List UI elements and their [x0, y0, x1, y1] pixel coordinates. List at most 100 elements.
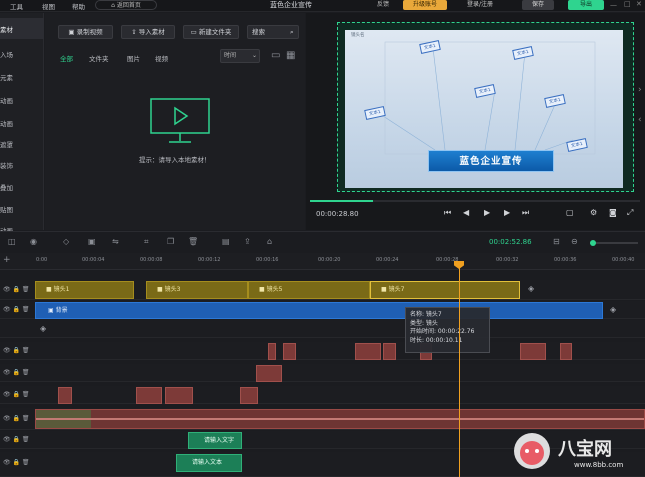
- split-icon[interactable]: ◇: [63, 237, 69, 246]
- track-controls[interactable]: 👁 🔒 🗑: [3, 459, 30, 466]
- effect-clip[interactable]: [256, 365, 282, 382]
- close-icon[interactable]: ✕: [636, 0, 642, 8]
- effect-clip[interactable]: [136, 387, 162, 404]
- video-icon: ■: [381, 286, 389, 293]
- search-input[interactable]: 搜索 ⌕: [247, 25, 299, 39]
- text-clip[interactable]: 请输入文本: [176, 454, 242, 472]
- track-controls[interactable]: 👁 🔒 🗑: [3, 347, 30, 354]
- video-icon: ■: [46, 286, 54, 293]
- background-track: 👁 🔒 🗑 ▣ 背景 ◈: [0, 301, 645, 319]
- grid-view-icon[interactable]: ▦: [286, 50, 295, 61]
- expand-arrow-icon[interactable]: ‹: [638, 115, 642, 125]
- image-icon[interactable]: ▤: [222, 237, 230, 246]
- playhead-line[interactable]: [459, 264, 460, 477]
- export-button[interactable]: 导出: [568, 0, 604, 10]
- effect-clip[interactable]: [268, 343, 276, 360]
- filter-image[interactable]: 图片: [127, 53, 140, 63]
- camera-icon[interactable]: ◉: [30, 237, 37, 246]
- nav-animation-2[interactable]: 动画: [0, 112, 44, 133]
- crop-icon[interactable]: ▣: [88, 237, 96, 246]
- record-video-button[interactable]: ▣ 录制视频: [58, 25, 113, 39]
- add-clip-icon[interactable]: ◈: [40, 324, 46, 333]
- maximize-icon[interactable]: □: [624, 0, 631, 8]
- delete-icon[interactable]: 🗑: [188, 237, 198, 246]
- snapshot-icon[interactable]: ◙: [609, 208, 617, 217]
- skip-end-icon[interactable]: ⏭: [522, 208, 529, 218]
- filter-all[interactable]: 全部: [60, 53, 73, 63]
- nav-mask[interactable]: 遮罩: [0, 133, 44, 154]
- feedback-button[interactable]: 反馈: [368, 0, 398, 10]
- upgrade-button[interactable]: 升级账号: [403, 0, 447, 10]
- add-clip-icon[interactable]: ◈: [610, 305, 616, 314]
- fullscreen-icon[interactable]: ⤢: [627, 208, 633, 218]
- menu-view[interactable]: 视图: [42, 1, 55, 11]
- nav-entrance[interactable]: 入场: [0, 43, 44, 64]
- new-folder-button[interactable]: ▭ 新建文件夹: [183, 25, 239, 39]
- nav-animation-1[interactable]: 动画: [0, 89, 44, 110]
- track-controls[interactable]: 👁 🔒 🗑: [3, 415, 30, 422]
- nav-overlay[interactable]: 叠加: [0, 176, 44, 197]
- step-forward-icon[interactable]: ▶: [504, 208, 510, 217]
- add-track-icon[interactable]: +: [3, 255, 11, 265]
- nav-sticker[interactable]: 贴图: [0, 198, 44, 219]
- preview-progress-track[interactable]: [310, 200, 640, 202]
- track-controls[interactable]: 👁 🔒 🗑: [3, 436, 30, 443]
- title-banner[interactable]: 蓝色企业宣传: [428, 150, 554, 172]
- shot-clip[interactable]: ■ 镜头3: [146, 281, 248, 299]
- login-button[interactable]: 登录/注册: [455, 0, 505, 10]
- zoom-out-icon[interactable]: ⊟: [553, 237, 560, 246]
- menu-tools[interactable]: 工具: [10, 1, 23, 11]
- mirror-icon[interactable]: ⇋: [112, 237, 119, 246]
- skip-start-icon[interactable]: ⏮: [444, 208, 451, 218]
- list-view-icon[interactable]: ▭: [271, 50, 280, 61]
- shot-clip[interactable]: ■ 镜头5: [248, 281, 370, 299]
- effect-clip[interactable]: [165, 387, 193, 404]
- nav-decor[interactable]: 装饰: [0, 154, 44, 175]
- tag-icon[interactable]: ⌂: [267, 237, 272, 246]
- time-ruler[interactable]: + 0:00 00:00:04 00:00:08 00:00:12 00:00:…: [0, 253, 645, 270]
- step-back-icon[interactable]: ◀: [463, 208, 469, 217]
- text-clip[interactable]: 请输入文字: [188, 432, 242, 449]
- zoom-reset-icon[interactable]: ⊖: [571, 237, 578, 246]
- track-controls[interactable]: 👁 🔒 🗑: [3, 369, 30, 376]
- watermark-logo: [514, 433, 550, 469]
- zoom-slider[interactable]: [590, 240, 638, 246]
- effect-clip[interactable]: [355, 343, 381, 360]
- effect-clip[interactable]: [283, 343, 296, 360]
- effect-clip[interactable]: [240, 387, 258, 404]
- track-controls[interactable]: 👁 🔒 🗑: [3, 286, 30, 293]
- collapse-arrow-icon[interactable]: ›: [638, 85, 642, 95]
- import-material-button[interactable]: ⇪ 导入素材: [121, 25, 175, 39]
- effect-clip[interactable]: [58, 387, 72, 404]
- copy-icon[interactable]: ❐: [167, 237, 174, 246]
- track-controls[interactable]: 👁 🔒 🗑: [3, 306, 30, 313]
- play-icon[interactable]: ▶: [484, 208, 490, 217]
- effect-clip[interactable]: [520, 343, 546, 360]
- site-watermark: 八宝网 www.8bb.com: [510, 427, 645, 477]
- effect-clip[interactable]: [383, 343, 396, 360]
- upload-icon[interactable]: ⇪: [244, 237, 251, 246]
- ruler-tick: 00:00:24: [376, 257, 399, 263]
- minimize-icon[interactable]: —: [610, 1, 617, 9]
- background-clip[interactable]: ▣ 背景: [35, 302, 603, 319]
- zoom-slider-knob[interactable]: [590, 240, 596, 246]
- screen-icon[interactable]: ▢: [566, 208, 574, 217]
- save-button[interactable]: 保存: [522, 0, 554, 10]
- filter-folder[interactable]: 文件夹: [89, 53, 109, 63]
- shot-clip-selected[interactable]: ■ 镜头7: [370, 281, 520, 299]
- effect-clip[interactable]: [560, 343, 572, 360]
- cut-icon[interactable]: ⌗: [144, 237, 149, 247]
- settings-icon[interactable]: ⚙: [590, 208, 597, 217]
- nav-elements[interactable]: 元素: [0, 66, 44, 87]
- nav-material[interactable]: 素材: [0, 18, 44, 39]
- add-shot-icon[interactable]: ◈: [528, 284, 534, 293]
- track-controls[interactable]: 👁 🔒 🗑: [3, 391, 30, 398]
- sort-select[interactable]: 时间 ⌄: [220, 49, 260, 63]
- menu-help[interactable]: 帮助: [72, 1, 85, 11]
- audio-clip[interactable]: [35, 409, 645, 429]
- home-button[interactable]: ⌂ 返回首页: [95, 0, 157, 10]
- record-icon[interactable]: ◫: [8, 237, 16, 246]
- filter-video[interactable]: 视频: [155, 53, 168, 63]
- shot-clip[interactable]: ■ 镜头1: [35, 281, 134, 299]
- clip-tooltip: 名称: 镜头7 类型: 镜头 开始时间: 00:00:22.76 时长: 00:…: [405, 307, 490, 353]
